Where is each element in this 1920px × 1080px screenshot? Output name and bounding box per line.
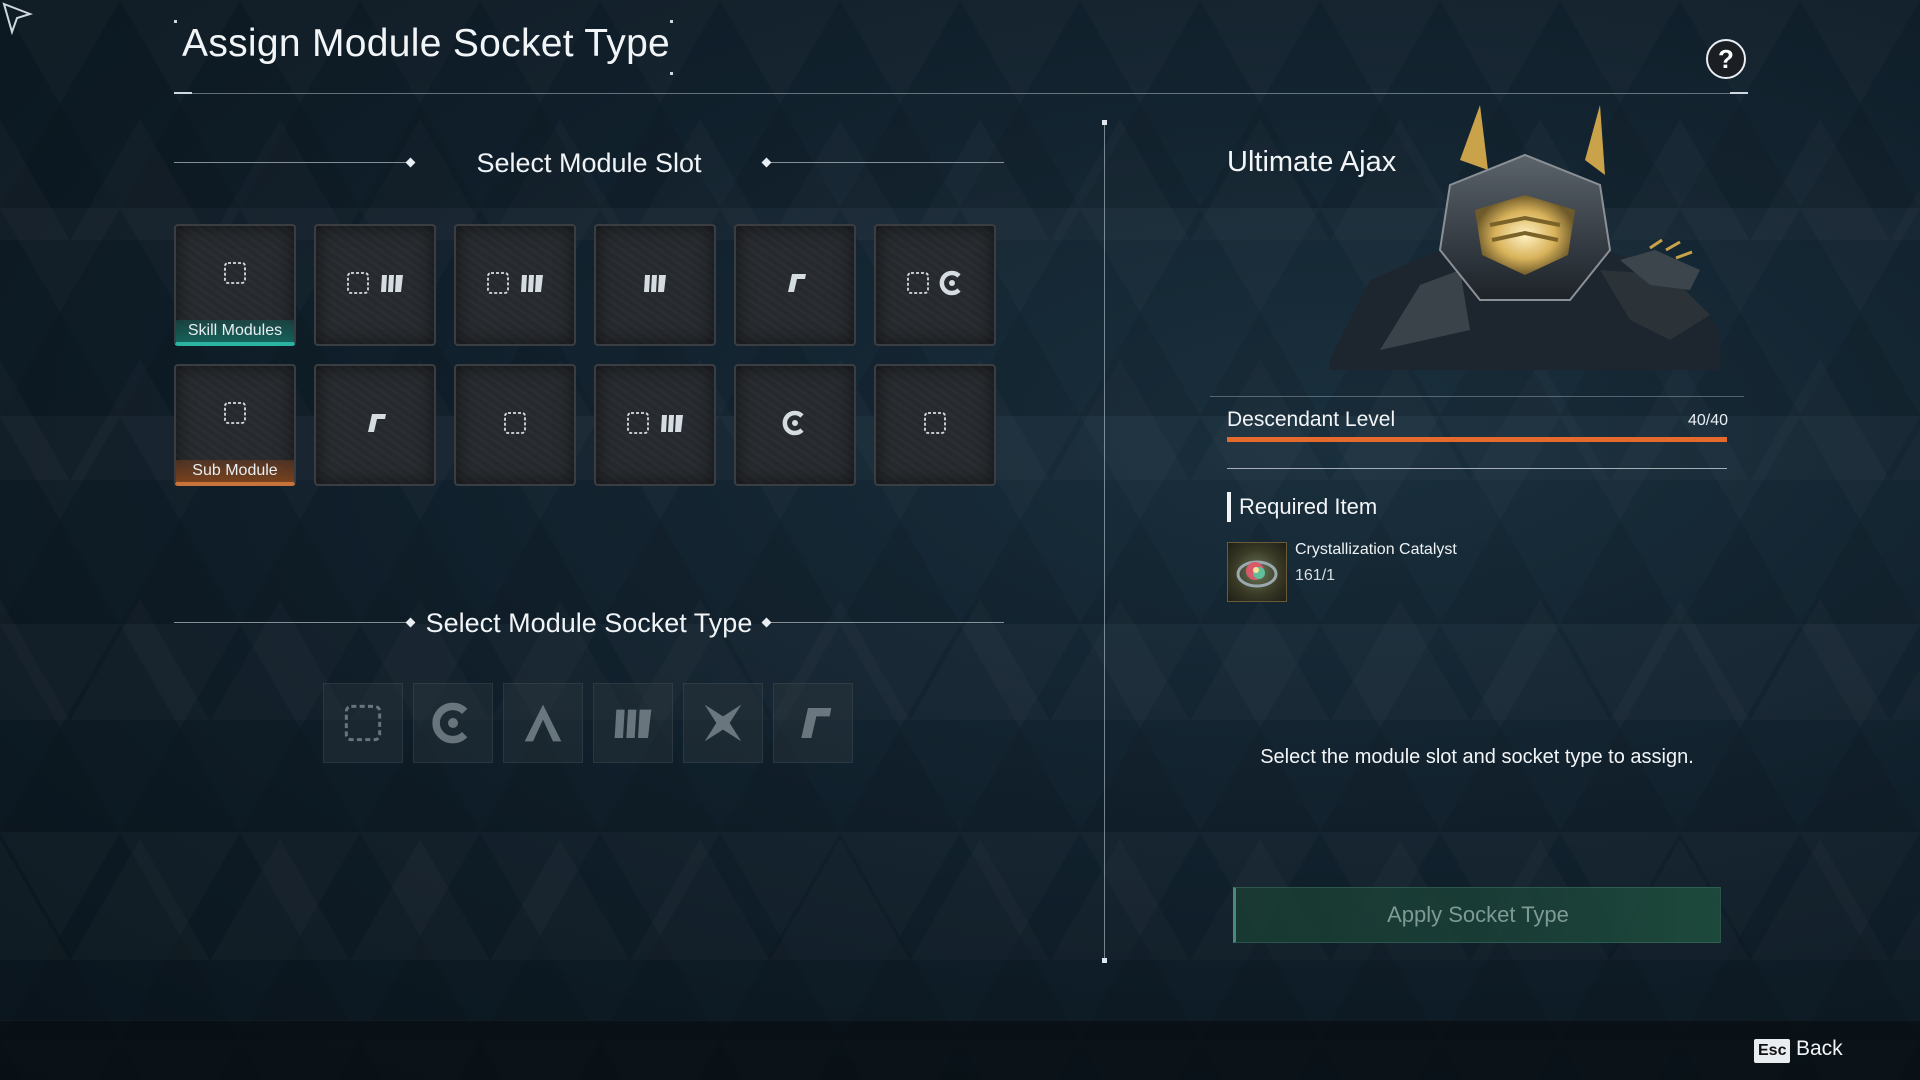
slot-icons bbox=[780, 408, 810, 438]
mouse-cursor-icon bbox=[2, 2, 34, 36]
xantic-socket-icon bbox=[801, 708, 832, 738]
empty-socket-icon bbox=[907, 272, 929, 294]
section-dot bbox=[405, 617, 416, 628]
slot-section-header: Select Module Slot bbox=[174, 148, 1004, 178]
socket-type-option[interactable] bbox=[593, 683, 673, 763]
rutile-socket-icon bbox=[381, 275, 403, 292]
socket-section-title: Select Module Socket Type bbox=[425, 607, 753, 638]
header-divider-tick bbox=[174, 92, 192, 94]
socket-type-option[interactable] bbox=[773, 683, 853, 763]
empty-socket-icon bbox=[487, 272, 509, 294]
module-slot[interactable] bbox=[454, 364, 576, 486]
header-divider-tick bbox=[1730, 92, 1748, 94]
footer-bar bbox=[0, 1020, 1920, 1080]
slot-label: Sub Module bbox=[176, 460, 294, 482]
rutile-socket-icon bbox=[521, 275, 543, 292]
section-dot bbox=[761, 617, 772, 628]
empty-socket-icon bbox=[347, 272, 369, 294]
slot-icons bbox=[220, 398, 250, 428]
crystallization-catalyst-icon bbox=[1227, 542, 1287, 602]
module-slot[interactable] bbox=[874, 364, 996, 486]
slot-section-title: Select Module Slot bbox=[476, 147, 702, 178]
section-line bbox=[769, 622, 1004, 623]
character-portrait bbox=[1330, 105, 1720, 370]
level-bottom-divider bbox=[1227, 468, 1727, 469]
esc-key-icon[interactable]: Esc bbox=[1754, 1039, 1791, 1063]
section-dot bbox=[761, 157, 772, 168]
required-item-title: Required Item bbox=[1227, 492, 1377, 522]
module-slot[interactable] bbox=[594, 364, 716, 486]
module-slot[interactable]: Sub Module bbox=[174, 364, 296, 486]
page-title: Assign Module Socket Type bbox=[182, 22, 671, 65]
slot-label: Skill Modules bbox=[176, 320, 294, 342]
section-dot bbox=[405, 157, 416, 168]
socket-type-option[interactable] bbox=[503, 683, 583, 763]
socket-type-option[interactable] bbox=[413, 683, 493, 763]
level-label: Descendant Level bbox=[1227, 408, 1396, 431]
malachite-socket-icon bbox=[704, 704, 742, 742]
empty-socket-icon bbox=[924, 412, 946, 434]
empty-socket-icon bbox=[224, 402, 246, 424]
slot-icons bbox=[903, 268, 967, 298]
level-value: 40/40 bbox=[1687, 412, 1728, 429]
divider-end bbox=[1102, 958, 1107, 963]
slot-icons bbox=[623, 408, 687, 438]
title-corner-mark bbox=[670, 72, 673, 75]
header-divider bbox=[174, 93, 1748, 94]
level-top-divider bbox=[1210, 396, 1744, 397]
cerulean-socket-icon bbox=[782, 410, 804, 436]
module-slot[interactable] bbox=[734, 364, 856, 486]
module-slot[interactable] bbox=[874, 224, 996, 346]
socket-type-option[interactable] bbox=[323, 683, 403, 763]
back-button[interactable]: Back bbox=[1796, 1037, 1843, 1061]
module-slot[interactable] bbox=[314, 224, 436, 346]
module-slot[interactable] bbox=[454, 224, 576, 346]
slot-icons bbox=[483, 268, 547, 298]
slot-icons bbox=[360, 408, 390, 438]
xantic-socket-icon bbox=[368, 414, 386, 432]
slot-icons bbox=[780, 268, 810, 298]
socket-section-header: Select Module Socket Type bbox=[174, 608, 1004, 638]
level-progress-bar bbox=[1227, 437, 1727, 442]
panel-divider bbox=[1104, 122, 1105, 962]
socket-type-option[interactable] bbox=[683, 683, 763, 763]
rutile-socket-icon bbox=[614, 709, 652, 738]
xantic-socket-icon bbox=[788, 274, 806, 292]
apply-socket-type-button[interactable]: Apply Socket Type bbox=[1233, 887, 1721, 943]
rutile-socket-icon bbox=[644, 275, 666, 292]
almandine-socket-icon bbox=[524, 704, 562, 742]
slot-icons bbox=[220, 258, 250, 288]
required-item-name: Crystallization Catalyst bbox=[1295, 541, 1457, 558]
slot-icons bbox=[500, 408, 530, 438]
divider-end bbox=[1102, 120, 1107, 125]
slot-icons bbox=[343, 268, 407, 298]
cerulean-socket-icon bbox=[432, 702, 468, 744]
slot-icons bbox=[920, 408, 950, 438]
title-corner-mark bbox=[174, 20, 177, 23]
empty-socket-icon bbox=[224, 262, 246, 284]
module-slot[interactable] bbox=[314, 364, 436, 486]
module-slot[interactable] bbox=[734, 224, 856, 346]
section-line bbox=[769, 162, 1004, 163]
section-line bbox=[174, 162, 409, 163]
slot-icons bbox=[640, 268, 670, 298]
empty-socket-icon bbox=[504, 412, 526, 434]
required-item-count: 161/1 bbox=[1295, 567, 1336, 584]
cerulean-socket-icon bbox=[939, 270, 961, 296]
title-corner-mark bbox=[670, 20, 673, 23]
module-slot[interactable]: Skill Modules bbox=[174, 224, 296, 346]
section-line bbox=[174, 622, 409, 623]
empty-socket-icon bbox=[344, 704, 382, 742]
character-name: Ultimate Ajax bbox=[1227, 146, 1397, 178]
level-progress-fill bbox=[1227, 437, 1727, 442]
empty-socket-icon bbox=[627, 412, 649, 434]
instruction-text: Select the module slot and socket type t… bbox=[1260, 746, 1694, 768]
help-button[interactable]: ? bbox=[1706, 39, 1746, 79]
rutile-socket-icon bbox=[661, 415, 683, 432]
module-slot[interactable] bbox=[594, 224, 716, 346]
